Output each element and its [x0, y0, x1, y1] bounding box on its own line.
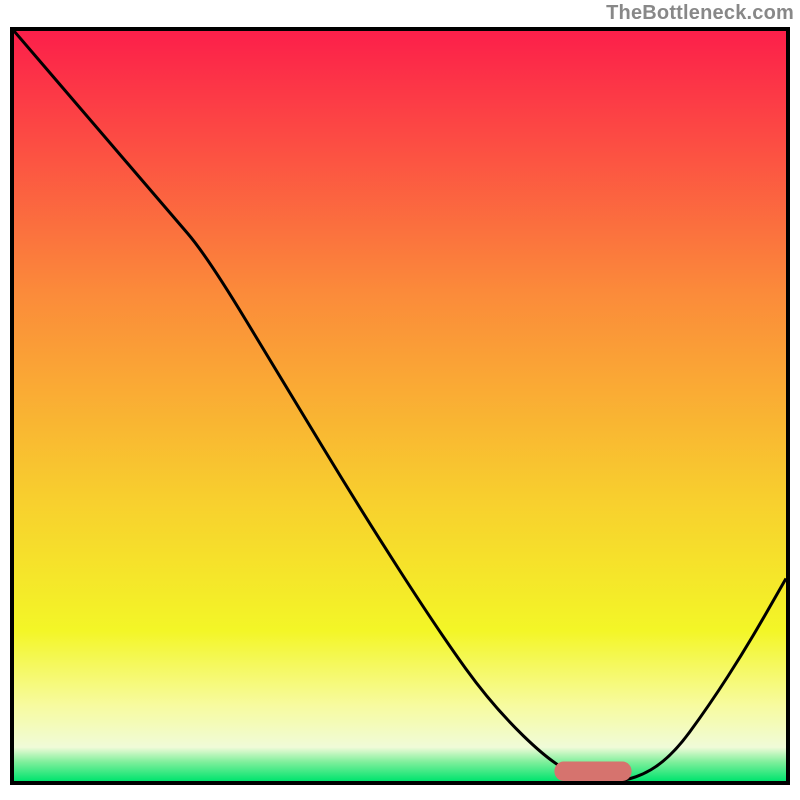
chart-container: TheBottleneck.com	[0, 0, 800, 800]
optimal-range-marker	[554, 762, 631, 782]
plot-area	[10, 27, 790, 785]
bottleneck-line	[14, 31, 786, 781]
watermark-text: TheBottleneck.com	[606, 2, 794, 25]
curve-overlay	[14, 31, 786, 781]
